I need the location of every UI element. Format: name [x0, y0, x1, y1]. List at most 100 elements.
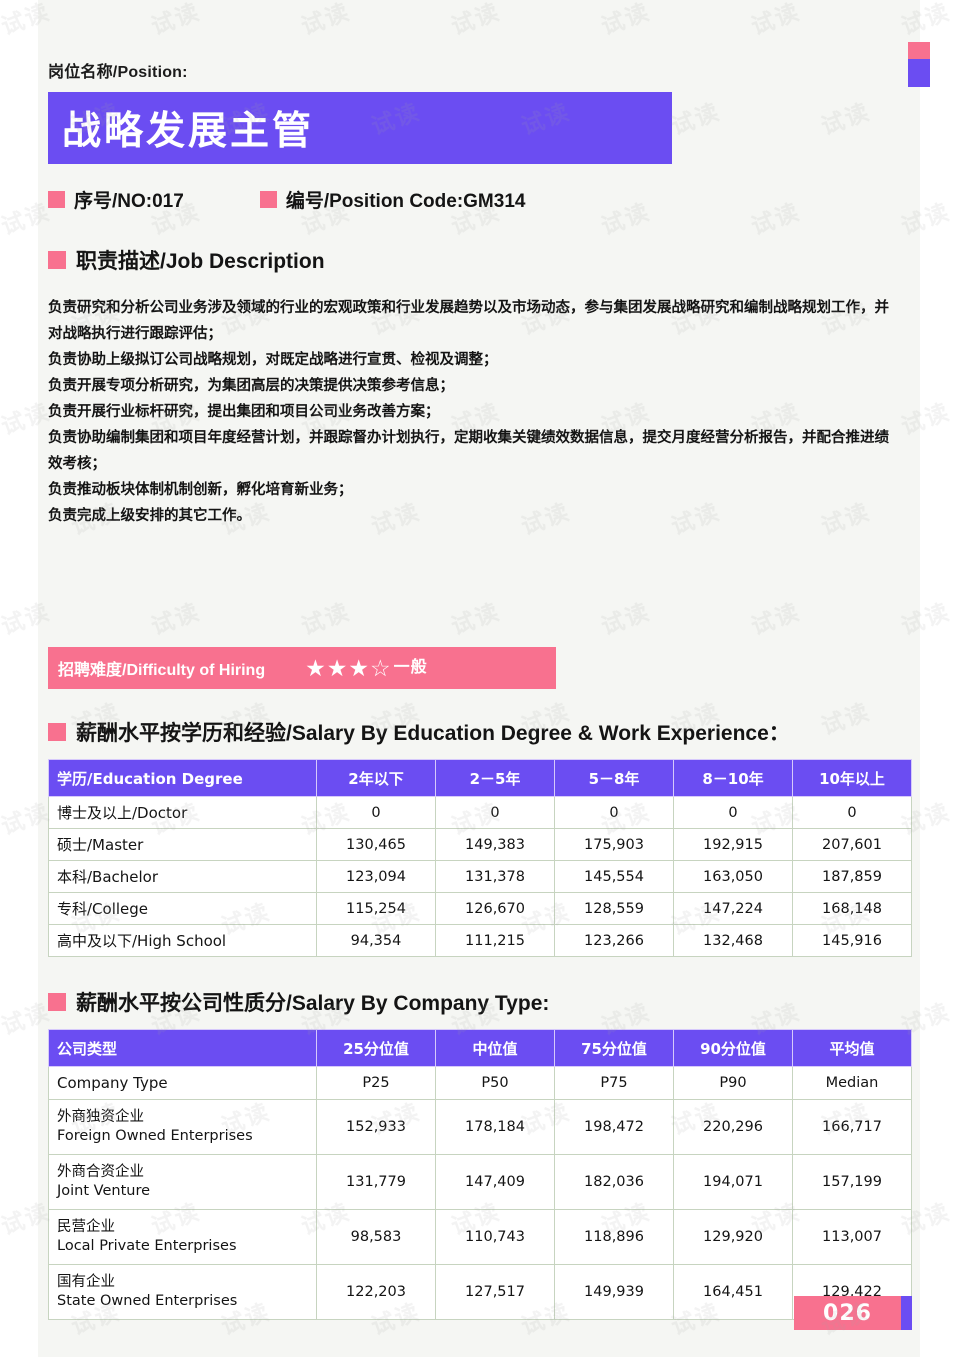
column-header: 中位值: [435, 1029, 555, 1067]
table-header-row: 公司类型 25分位值 中位值 75分位值 90分位值 平均值: [48, 1029, 912, 1067]
table-cell: 147,409: [435, 1154, 555, 1210]
table-cell: 0: [554, 796, 674, 829]
table-cell: 131,779: [316, 1154, 436, 1210]
page-badge-accent: [901, 1296, 912, 1330]
difficulty-rating: ★★★☆ 一般: [305, 654, 428, 681]
table-row: 高中及以下/High School 94,354 111,215 123,266…: [48, 924, 912, 957]
table-row: 专科/College 115,254 126,670 128,559 147,2…: [48, 892, 912, 925]
table-cell: P75: [554, 1066, 674, 1100]
table-cell: 0: [673, 796, 793, 829]
table-cell: 198,472: [554, 1099, 674, 1155]
row-label-en: Foreign Owned Enterprises: [57, 1128, 253, 1144]
company-salary-heading: 薪酬水平按公司性质分/Salary By Company Type:: [48, 987, 912, 1017]
column-header: 2－5年: [435, 759, 555, 797]
table-cell: 192,915: [673, 828, 793, 861]
page-number-badge: 026: [794, 1296, 912, 1330]
table-row: 博士及以上/Doctor 0 0 0 0 0: [48, 796, 912, 829]
table-cell: 145,916: [792, 924, 912, 957]
table-cell: 175,903: [554, 828, 674, 861]
table-cell: 126,670: [435, 892, 555, 925]
table-cell: 152,933: [316, 1099, 436, 1155]
table-cell: 166,717: [792, 1099, 912, 1155]
row-label-cn: 外商合资企业: [57, 1164, 144, 1180]
table-cell: 0: [316, 796, 436, 829]
row-label: 专科/College: [48, 892, 317, 925]
table-row: 民营企业 Local Private Enterprises 98,583 11…: [48, 1209, 912, 1265]
job-description-heading-label: 职责描述/Job Description: [76, 250, 325, 273]
table-cell: 147,224: [673, 892, 793, 925]
row-label: 硕士/Master: [48, 828, 317, 861]
table-cell: P25: [316, 1066, 436, 1100]
column-header: 25分位值: [316, 1029, 436, 1067]
table-cell: 0: [792, 796, 912, 829]
table-header-row: 学历/Education Degree 2年以下 2－5年 5－8年 8－10年…: [48, 759, 912, 797]
row-label: 高中及以下/High School: [48, 924, 317, 957]
position-meta-row: 序号/NO:017 编号/Position Code:GM314: [48, 186, 912, 213]
table-row: 国有企业 State Owned Enterprises 122,203 127…: [48, 1264, 912, 1320]
pink-square-icon: [48, 251, 66, 269]
column-header: 10年以上: [792, 759, 912, 797]
page-title: 战略发展主管: [62, 109, 315, 154]
table-row: 硕士/Master 130,465 149,383 175,903 192,91…: [48, 828, 912, 861]
table-cell: 94,354: [316, 924, 436, 957]
position-title-bar: 战略发展主管: [48, 92, 672, 164]
table-cell: 111,215: [435, 924, 555, 957]
column-header: 公司类型: [48, 1029, 317, 1067]
row-label: Company Type: [48, 1066, 317, 1100]
column-header: 5－8年: [554, 759, 674, 797]
row-label-en: Local Private Enterprises: [57, 1238, 237, 1254]
table-cell: 131,378: [435, 860, 555, 893]
column-header: 平均值: [792, 1029, 912, 1067]
table-cell: 0: [435, 796, 555, 829]
table-cell: 123,094: [316, 860, 436, 893]
table-cell: 129,920: [673, 1209, 793, 1265]
table-cell: P50: [435, 1066, 555, 1100]
table-cell: 113,007: [792, 1209, 912, 1265]
position-code-label: 编号/Position Code:GM314: [285, 191, 526, 212]
column-header: 8－10年: [673, 759, 793, 797]
column-header: 2年以下: [316, 759, 436, 797]
table-cell: 132,468: [673, 924, 793, 957]
education-salary-heading-label: 薪酬水平按学历和经验/Salary By Education Degree & …: [76, 722, 790, 745]
job-description-line: 负责开展专项分析研究，为集团高层的决策提供决策参考信息；: [48, 378, 454, 394]
table-cell: 163,050: [673, 860, 793, 893]
row-label-cn: 民营企业: [57, 1219, 115, 1235]
pink-square-icon: [48, 723, 66, 741]
position-code: 编号/Position Code:GM314: [259, 186, 526, 213]
job-description-heading: 职责描述/Job Description: [48, 245, 912, 275]
table-row: 外商合资企业 Joint Venture 131,779 147,409 182…: [48, 1154, 912, 1210]
job-description-line: 负责协助编制集团和项目年度经营计划，并跟踪督办计划执行，定期收集关键绩效数据信息…: [48, 430, 889, 472]
difficulty-level-text: 一般: [393, 659, 428, 676]
table-cell: 164,451: [673, 1264, 793, 1320]
star-rating-icon: ★★★☆: [305, 654, 392, 681]
table-cell: P90: [673, 1066, 793, 1100]
table-cell: 178,184: [435, 1099, 555, 1155]
table-cell: Median: [792, 1066, 912, 1100]
table-cell: 194,071: [673, 1154, 793, 1210]
row-label-en: State Owned Enterprises: [57, 1293, 238, 1309]
company-salary-table: 公司类型 25分位值 中位值 75分位值 90分位值 平均值 Company T…: [48, 1029, 912, 1320]
row-label: 民营企业 Local Private Enterprises: [48, 1209, 317, 1265]
pink-square-icon: [48, 191, 65, 208]
row-label-cn: 外商独资企业: [57, 1109, 144, 1125]
table-cell: 157,199: [792, 1154, 912, 1210]
table-cell: 127,517: [435, 1264, 555, 1320]
table-cell: 145,554: [554, 860, 674, 893]
column-header: 90分位值: [673, 1029, 793, 1067]
document-page: 岗位名称/Position: 战略发展主管 序号/NO:017 编号/Posit…: [0, 0, 960, 1357]
table-cell: 130,465: [316, 828, 436, 861]
table-cell: 110,743: [435, 1209, 555, 1265]
job-description-body: 负责研究和分析公司业务涉及领域的行业的宏观政策和行业发展趋势以及市场动态，参与集…: [48, 295, 900, 529]
table-cell: 149,939: [554, 1264, 674, 1320]
table-cell: 115,254: [316, 892, 436, 925]
company-salary-heading-label: 薪酬水平按公司性质分/Salary By Company Type:: [76, 992, 550, 1015]
table-cell: 122,203: [316, 1264, 436, 1320]
row-label-en: Joint Venture: [57, 1183, 151, 1199]
position-no-label: 序号/NO:017: [74, 191, 184, 212]
job-description-line: 负责研究和分析公司业务涉及领域的行业的宏观政策和行业发展趋势以及市场动态，参与集…: [48, 300, 889, 342]
table-cell: 207,601: [792, 828, 912, 861]
difficulty-of-hiring-bar: 招聘难度/Difficulty of Hiring ★★★☆ 一般: [48, 647, 556, 689]
table-cell: 168,148: [792, 892, 912, 925]
table-cell: 118,896: [554, 1209, 674, 1265]
table-cell: 187,859: [792, 860, 912, 893]
